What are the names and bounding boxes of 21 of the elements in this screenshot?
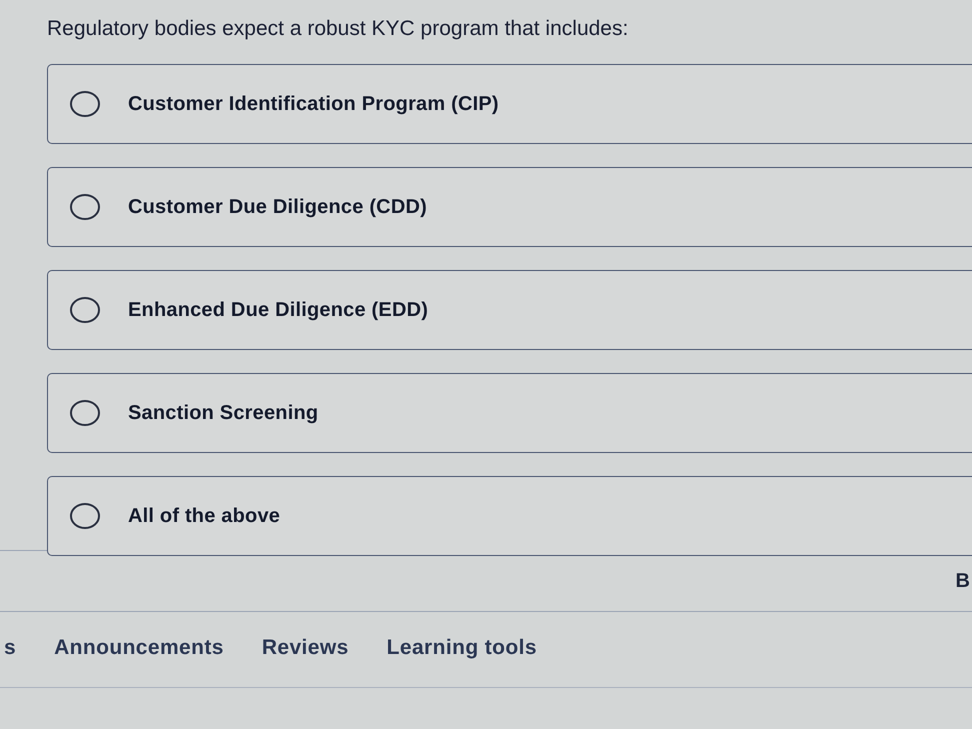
answer-option[interactable]: Enhanced Due Diligence (EDD) [47, 270, 972, 350]
answer-option[interactable]: All of the above [47, 476, 972, 556]
radio-icon[interactable] [70, 400, 100, 426]
answer-option[interactable]: Customer Identification Program (CIP) [47, 64, 972, 144]
tab[interactable]: Announcements [54, 632, 224, 667]
answer-option[interactable]: Sanction Screening [47, 373, 972, 453]
cut-off-link[interactable]: B [956, 566, 970, 596]
option-label: Customer Identification Program (CIP) [128, 92, 499, 117]
radio-icon[interactable] [70, 194, 100, 220]
answer-option[interactable]: Customer Due Diligence (CDD) [47, 167, 972, 247]
option-label: Enhanced Due Diligence (EDD) [128, 298, 428, 323]
radio-icon[interactable] [70, 91, 100, 117]
radio-icon[interactable] [70, 503, 100, 529]
question-text: Regulatory bodies expect a robust KYC program that includes: [47, 16, 630, 42]
option-label: Customer Due Diligence (CDD) [128, 195, 427, 220]
option-label: Sanction Screening [128, 401, 318, 426]
tab[interactable]: Learning tools [386, 632, 537, 667]
tab[interactable]: s [4, 632, 16, 667]
option-label: All of the above [128, 504, 280, 529]
radio-icon[interactable] [70, 297, 100, 323]
tab[interactable]: Reviews [262, 632, 349, 667]
